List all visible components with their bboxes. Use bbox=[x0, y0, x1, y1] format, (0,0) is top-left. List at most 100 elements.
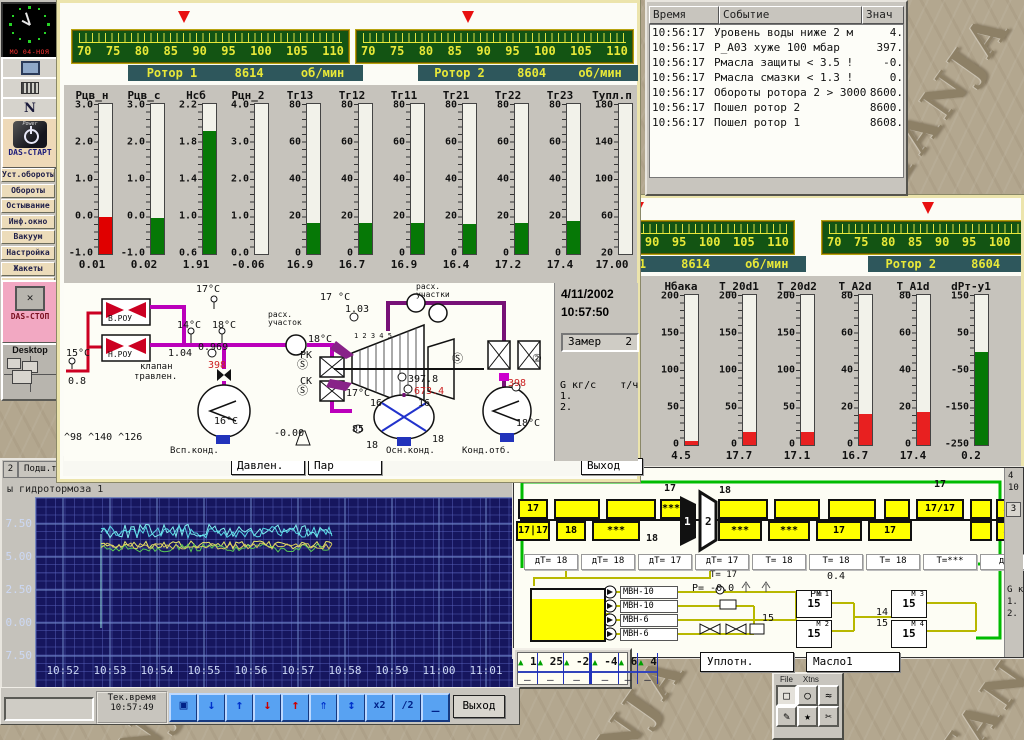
pager-window[interactable] bbox=[12, 370, 32, 384]
dt-readout: дТ= 17 bbox=[695, 554, 749, 570]
toolbox-menu-file[interactable]: File bbox=[780, 675, 793, 684]
ellipse-select-tool[interactable]: ○ bbox=[797, 685, 818, 706]
indicator-dash: – bbox=[619, 673, 638, 686]
bar-fill bbox=[99, 217, 112, 255]
lasso-tool[interactable]: ≈ bbox=[818, 685, 839, 706]
terminal-button[interactable] bbox=[1, 57, 59, 79]
column-header-time[interactable]: Время bbox=[649, 6, 719, 24]
mimic-label: Всп.конд. bbox=[170, 447, 219, 456]
magic-wand-tool[interactable]: ★ bbox=[797, 706, 818, 727]
expand-button[interactable]: ↕ bbox=[337, 693, 366, 722]
bar-tube bbox=[684, 294, 699, 446]
rotor1-tacho-tick: 100 bbox=[250, 43, 272, 60]
event-row[interactable]: 10:56:17Рмасла защиты < 3.5 !-0. bbox=[650, 55, 903, 70]
edge-text: 10 bbox=[1008, 484, 1019, 493]
sidebar-item-6[interactable]: Настройка bbox=[1, 246, 55, 260]
trend-toolbar-window: Тек.время 10:57:49 Выход ▣↓↑↓↑⇑↕x2/2_ bbox=[0, 687, 520, 725]
bar-tube bbox=[618, 103, 633, 255]
pager-grid[interactable] bbox=[4, 356, 56, 392]
page-up-button[interactable]: ⇑ bbox=[309, 693, 338, 722]
scale-tick: 40 bbox=[841, 365, 853, 376]
scale-tick: 100 bbox=[661, 365, 679, 376]
sidebar-item-2[interactable]: Обороты bbox=[1, 184, 55, 198]
sidebar-item-7[interactable]: Жакеты bbox=[1, 262, 55, 276]
clock-date: МО 04-НОЯ bbox=[3, 48, 56, 56]
indicator-dash: – bbox=[638, 673, 657, 686]
scale-tick: 20 bbox=[393, 211, 405, 222]
indicator-cell[interactable]: ▲ -2– bbox=[564, 653, 592, 684]
indicator-cell[interactable]: ▲ 6– bbox=[619, 653, 639, 684]
zoom-half-button[interactable]: /2 bbox=[393, 693, 422, 722]
trend-tab-number[interactable]: 2 bbox=[3, 461, 18, 478]
desktop-pager[interactable]: Desktop bbox=[1, 343, 59, 401]
event-row[interactable]: 10:56:17Пошел ротор 18608. bbox=[650, 115, 903, 130]
rotor2-tacho-tick: 80 bbox=[419, 43, 433, 60]
bar-value: 0.2 bbox=[942, 449, 1000, 462]
event-row[interactable]: 10:56:17Обороты ротора 2 > 30008600. bbox=[650, 85, 903, 100]
sample-button[interactable]: Замер 2 bbox=[561, 333, 639, 352]
event-row[interactable]: 10:56:17Пошел ротор 28600. bbox=[650, 100, 903, 115]
event-text: Рмасла смазки < 1.3 ! bbox=[714, 70, 867, 85]
toolbar-exit-button[interactable]: Выход bbox=[453, 695, 505, 718]
scale-tick: 0 bbox=[673, 439, 679, 450]
event-row[interactable]: 10:56:17Уровень воды ниже 2 м4. bbox=[650, 25, 903, 40]
rotor1-tacho-ruler bbox=[79, 33, 342, 43]
scissors-tool[interactable]: ✂ bbox=[818, 706, 839, 727]
bar-tube bbox=[800, 294, 815, 446]
red-up-arrow-button[interactable]: ↑ bbox=[281, 693, 310, 722]
indicator-cell[interactable]: ▲ 4– bbox=[638, 653, 658, 684]
printer-button[interactable] bbox=[1, 77, 59, 99]
red-down-arrow-button[interactable]: ↓ bbox=[253, 693, 282, 722]
pencil-tool[interactable]: ✎ bbox=[776, 706, 797, 727]
paint-toolbox-window: File Xtns □○≈ ✎★✂ bbox=[772, 672, 844, 740]
event-row[interactable]: 10:56:17P_A03 хуже 100 мбар397. bbox=[650, 40, 903, 55]
netscape-icon: N bbox=[24, 101, 36, 116]
event-log-body[interactable]: 10:56:17Уровень воды ниже 2 м4.10:56:17P… bbox=[649, 24, 904, 178]
indicator-cell[interactable]: ▲ 1– bbox=[518, 653, 538, 684]
green-up-arrow-icon: ▲ bbox=[564, 658, 569, 668]
rotor2-tacho: 707580859095100105110 bbox=[355, 29, 634, 64]
toolbox-menu-xtns[interactable]: Xtns bbox=[803, 675, 819, 684]
indicator-cell[interactable]: ▲ 25– bbox=[538, 653, 564, 684]
zoom-x2-button[interactable]: x2 bbox=[365, 693, 394, 722]
bar-tube bbox=[358, 103, 373, 255]
blue-down-arrow-button[interactable]: ↓ bbox=[197, 693, 226, 722]
reset-button[interactable]: ▣ bbox=[169, 693, 198, 722]
bar-gauge-Тг12: Тг1280604020016.7 bbox=[326, 89, 378, 271]
sidebar-item-5[interactable]: Вакуум bbox=[1, 230, 55, 244]
column-header-event[interactable]: Событие bbox=[719, 6, 862, 24]
sidebar-item-4[interactable]: Инф.окно bbox=[1, 215, 55, 229]
scale-tick: 80 bbox=[445, 100, 457, 111]
event-row[interactable]: 10:56:17Рмасла смазки < 1.3 !0. bbox=[650, 70, 903, 85]
rect-select-tool[interactable]: □ bbox=[776, 685, 797, 706]
clock-dot bbox=[19, 38, 21, 40]
blue-up-arrow-button[interactable]: ↑ bbox=[225, 693, 254, 722]
bar-tube bbox=[202, 103, 217, 255]
netscape-button[interactable]: N bbox=[1, 97, 59, 119]
maslo1-button[interactable]: Масло1 bbox=[806, 652, 900, 672]
bar-value: 17.2 bbox=[482, 258, 534, 271]
indicator-cell[interactable]: ▲ -4– bbox=[592, 653, 618, 684]
mimic-date: 4/11/2002 bbox=[561, 287, 638, 301]
uplotn-button[interactable]: Уплотн. bbox=[700, 652, 794, 672]
scale-tick: 60 bbox=[899, 328, 911, 339]
rotor2-tacho-tick: 105 bbox=[570, 43, 592, 60]
dt-readout: дТ= 18 bbox=[581, 554, 635, 570]
column-header-value[interactable]: Знач bbox=[862, 6, 904, 24]
bar-fill bbox=[975, 352, 988, 445]
minimize-button[interactable]: _ bbox=[421, 693, 450, 722]
bar-value: 17.00 bbox=[586, 258, 638, 271]
pager-window[interactable] bbox=[7, 358, 21, 369]
toolbar-field[interactable] bbox=[4, 697, 94, 721]
bearing-box bbox=[554, 499, 600, 519]
rotor2-tacho-ticks: 707580859095100105110 bbox=[356, 43, 633, 60]
rp-rotor2-tacho-tick: 80 bbox=[881, 234, 895, 251]
sidebar-item-1[interactable]: Уст.обороты bbox=[1, 168, 55, 182]
sidebar-item-3[interactable]: Остывание bbox=[1, 199, 55, 213]
green-up-arrow-icon: ▲ bbox=[619, 658, 624, 668]
pump-label: МВН-6 bbox=[620, 628, 678, 641]
das-stop-button[interactable]: ✕ DAS-СТОП bbox=[1, 280, 59, 344]
das-start-button[interactable]: Power DAS-СТАРТ bbox=[1, 117, 59, 169]
rp-rotor1-tacho-tick: 90 bbox=[645, 234, 659, 251]
bar-body: 806040200 bbox=[380, 103, 430, 255]
